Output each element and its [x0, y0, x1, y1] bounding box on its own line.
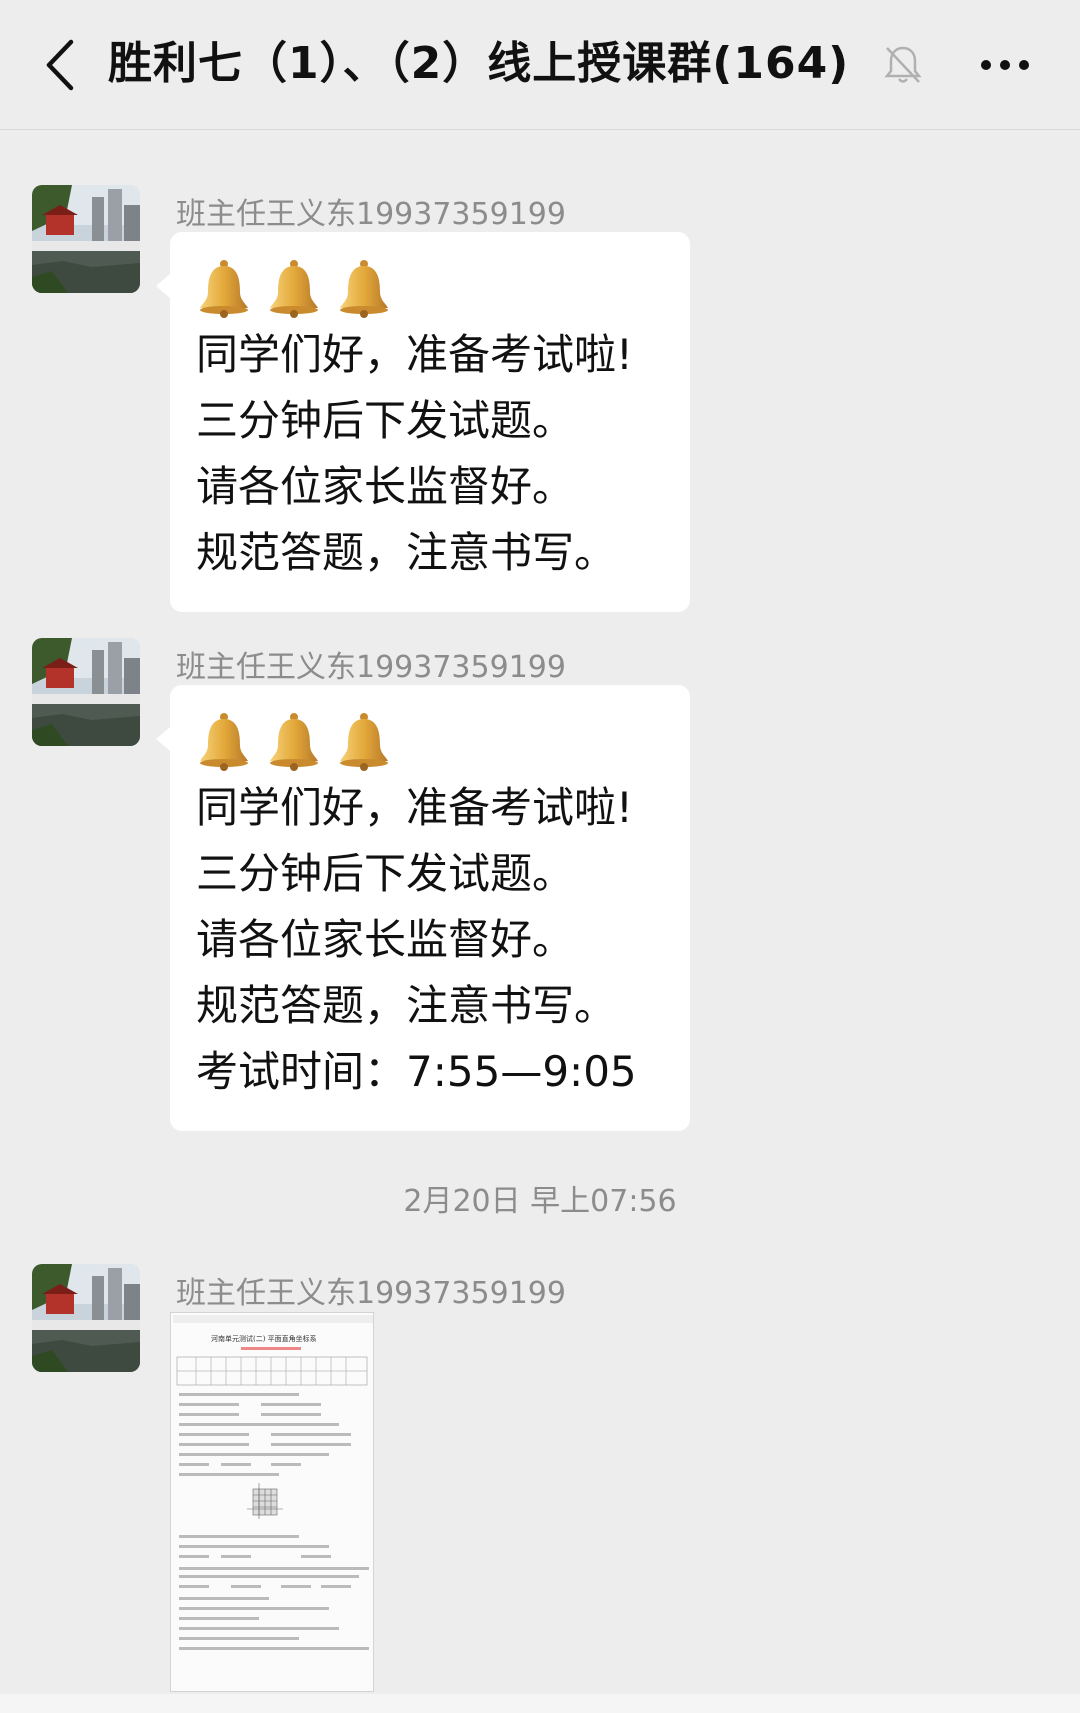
message-bubble[interactable]: 同学们好，准备考试啦! 三分钟后下发试题。 请各位家长监督好。 规范答题，注意书… [156, 232, 690, 612]
bell-emoji-row [196, 258, 664, 318]
bell-emoji-row [196, 711, 664, 771]
message-line: 请各位家长监督好。 [196, 915, 575, 964]
bell-muted-icon [884, 46, 922, 83]
bottom-edge [0, 1694, 1080, 1713]
message-line: 请各位家长监督好。 [196, 462, 575, 511]
avatar-landscape-icon [32, 185, 140, 293]
message-bubble[interactable]: 同学们好，准备考试啦! 三分钟后下发试题。 请各位家长监督好。 规范答题，注意书… [156, 685, 690, 1131]
bell-icon [200, 260, 248, 318]
message-line: 同学们好，准备考试啦! [196, 330, 633, 379]
avatar[interactable] [32, 638, 140, 746]
chevron-left-icon [46, 39, 74, 91]
more-dots-icon [981, 60, 1029, 70]
sender-name: 班主任王义东19937359199 [176, 197, 566, 232]
bell-icon [270, 260, 318, 318]
bell-icon [200, 713, 248, 771]
chat-title: 胜利七（1）、（2）线上授课群(164) [108, 38, 850, 89]
sender-name: 班主任王义东19937359199 [176, 650, 566, 685]
sender-name: 班主任王义东19937359199 [176, 1276, 566, 1311]
message-line: 同学们好，准备考试啦! [196, 783, 633, 832]
avatar[interactable] [32, 1264, 140, 1372]
bell-icon [340, 260, 388, 318]
message-line: 规范答题，注意书写。 [196, 981, 617, 1030]
message-line: 考试时间：7:55—9:05 [196, 1047, 637, 1096]
message-line: 规范答题，注意书写。 [196, 528, 617, 577]
exam-paper-image: 河南单元测试(二) 平面直角坐标系 [171, 1313, 373, 1691]
avatar[interactable] [32, 185, 140, 293]
bell-icon [340, 713, 388, 771]
doc-title: 河南单元测试(二) 平面直角坐标系 [211, 1334, 317, 1343]
image-message-thumbnail[interactable]: 河南单元测试(二) 平面直角坐标系 [170, 1312, 374, 1692]
message-line: 三分钟后下发试题。 [196, 849, 575, 898]
bell-icon [270, 713, 318, 771]
more-options-button[interactable] [970, 40, 1040, 90]
back-button[interactable] [30, 30, 90, 100]
chat-header: 胜利七（1）、（2）线上授课群(164) [0, 0, 1080, 130]
avatar-landscape-icon [32, 638, 140, 746]
avatar-landscape-icon [32, 1264, 140, 1372]
chat-timestamp: 2月20日 早上07:56 [403, 1184, 677, 1219]
message-line: 三分钟后下发试题。 [196, 396, 575, 445]
